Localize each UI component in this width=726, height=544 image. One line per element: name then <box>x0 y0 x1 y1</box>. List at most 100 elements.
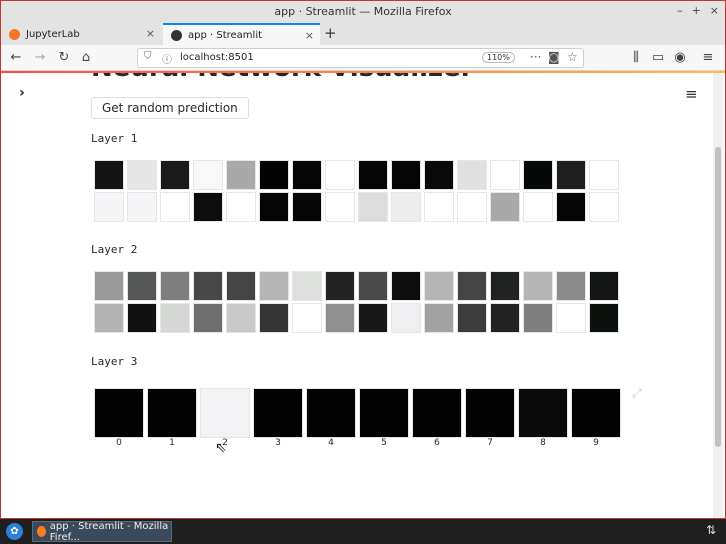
neuron-cell <box>424 192 454 222</box>
layer-2-label: Layer 2 <box>91 243 138 256</box>
output-class-label: 6 <box>434 438 440 448</box>
get-random-prediction-button[interactable]: Get random prediction <box>91 97 249 119</box>
neuron-cell <box>94 271 124 301</box>
home-icon[interactable]: ⌂ <box>77 49 95 67</box>
account-icon[interactable]: ◉ <box>671 49 689 67</box>
forward-icon[interactable]: → <box>31 49 49 67</box>
chevron-right-icon[interactable]: › <box>19 85 25 101</box>
library-icon[interactable]: ⫼ <box>627 49 645 67</box>
neuron-cell <box>457 160 487 190</box>
app-content: › ≡ Neural Network Visualizer Get random… <box>1 73 711 518</box>
neuron-cell <box>556 271 586 301</box>
scrollbar[interactable] <box>713 73 723 518</box>
tab-jupyterlab[interactable]: JupyterLab × <box>1 23 161 45</box>
page-actions-icon[interactable]: ··· <box>530 50 541 64</box>
minimize-icon[interactable]: – <box>677 4 683 17</box>
bookmark-star-icon[interactable]: ☆ <box>567 50 578 64</box>
zoom-badge[interactable]: 110% <box>482 52 515 63</box>
neuron-cell <box>94 303 124 333</box>
neuron-cell <box>391 160 421 190</box>
taskbar-firefox-task[interactable]: app · Streamlit - Mozilla Firef... <box>32 520 172 543</box>
neuron-cell <box>200 388 250 438</box>
tab-bar: JupyterLab × app · Streamlit × + <box>1 23 725 45</box>
neuron-cell <box>259 192 289 222</box>
neuron-cell <box>518 388 568 438</box>
neuron-cell <box>127 160 157 190</box>
neuron-cell <box>359 388 409 438</box>
neuron-cell <box>193 303 223 333</box>
neuron-cell <box>523 160 553 190</box>
neuron-cell <box>589 271 619 301</box>
neuron-cell <box>556 192 586 222</box>
neuron-cell <box>325 271 355 301</box>
neuron-cell <box>292 160 322 190</box>
firefox-icon <box>37 526 46 537</box>
task-label: app · Streamlit - Mozilla Firef... <box>49 520 169 543</box>
neuron-cell <box>589 192 619 222</box>
tab-label: JupyterLab <box>26 28 80 40</box>
neuron-cell <box>358 192 388 222</box>
neuron-cell <box>358 160 388 190</box>
pocket-icon[interactable]: ◙ <box>548 50 560 64</box>
neuron-cell <box>193 271 223 301</box>
app-menu-icon[interactable]: ≡ <box>685 85 698 103</box>
neuron-cell <box>465 388 515 438</box>
start-menu-icon[interactable]: ✿ <box>6 523 23 540</box>
url-text: localhost:8501 <box>180 52 254 63</box>
neuron-cell <box>523 192 553 222</box>
maximize-icon[interactable]: + <box>692 4 701 17</box>
shield-icon[interactable]: ⛉ <box>144 51 152 62</box>
neuron-cell <box>94 388 144 438</box>
close-tab-icon[interactable]: × <box>146 27 155 40</box>
neuron-cell <box>571 388 621 438</box>
neuron-cell <box>160 271 190 301</box>
neuron-cell <box>490 192 520 222</box>
sidebar-icon[interactable]: ▭ <box>649 49 667 67</box>
neuron-cell <box>94 160 124 190</box>
taskbar: ✿ app · Streamlit - Mozilla Firef... ⇅ <box>0 519 726 544</box>
layer-3-label: Layer 3 <box>91 355 138 368</box>
neuron-cell <box>127 303 157 333</box>
reload-icon[interactable]: ↻ <box>55 49 73 67</box>
neuron-cell <box>412 388 462 438</box>
neuron-cell <box>490 160 520 190</box>
streamlit-icon <box>171 29 182 41</box>
neuron-cell <box>391 271 421 301</box>
new-tab-icon[interactable]: + <box>324 24 337 42</box>
window-title: app · Streamlit — Mozilla Firefox <box>274 5 452 18</box>
neuron-cell <box>490 303 520 333</box>
scrollbar-thumb[interactable] <box>715 147 721 447</box>
close-window-icon[interactable]: × <box>710 4 719 17</box>
neuron-cell <box>457 271 487 301</box>
page-title: Neural Network Visualizer <box>91 73 474 83</box>
tab-streamlit[interactable]: app · Streamlit × <box>163 23 320 45</box>
neuron-cell <box>325 160 355 190</box>
info-icon[interactable]: ⓘ <box>162 51 172 66</box>
output-class-label: 7 <box>487 438 493 448</box>
neuron-cell <box>358 271 388 301</box>
neuron-cell <box>226 192 256 222</box>
fullscreen-expand-icon[interactable]: ⤢ <box>632 386 642 401</box>
neuron-cell <box>226 271 256 301</box>
tab-label: app · Streamlit <box>188 29 263 41</box>
neuron-cell <box>457 192 487 222</box>
network-tray-icon[interactable]: ⇅ <box>706 523 716 537</box>
neuron-cell <box>259 303 289 333</box>
neuron-cell <box>127 271 157 301</box>
neuron-cell <box>325 192 355 222</box>
layer-2-grid <box>94 271 619 333</box>
hamburger-menu-icon[interactable]: ≡ <box>699 49 717 67</box>
neuron-cell <box>325 303 355 333</box>
neuron-cell <box>253 388 303 438</box>
neuron-cell <box>292 192 322 222</box>
neuron-cell <box>424 303 454 333</box>
title-bar: app · Streamlit — Mozilla Firefox – + × <box>1 1 725 23</box>
neuron-cell <box>306 388 356 438</box>
neuron-cell <box>292 303 322 333</box>
neuron-cell <box>589 303 619 333</box>
url-bar[interactable]: ⛉ ⓘ localhost:8501 110% ··· ◙ ☆ <box>137 48 584 68</box>
neuron-cell <box>160 303 190 333</box>
close-tab-icon[interactable]: × <box>305 29 314 42</box>
neuron-cell <box>193 160 223 190</box>
back-icon[interactable]: ← <box>7 49 25 67</box>
